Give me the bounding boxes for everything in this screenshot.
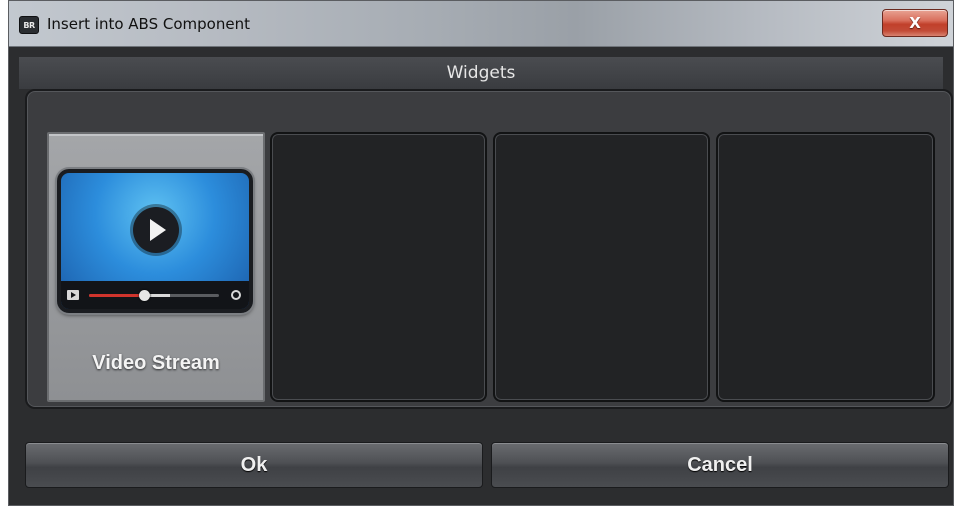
cancel-button-label: Cancel — [687, 453, 753, 476]
cancel-button[interactable]: Cancel — [491, 442, 949, 488]
widget-slot-empty-3[interactable] — [716, 132, 935, 402]
progress-bar — [89, 294, 144, 297]
widget-slot-empty-2[interactable] — [493, 132, 710, 402]
play-icon — [133, 207, 179, 253]
widget-slot-empty-1[interactable] — [270, 132, 487, 402]
player-controls — [61, 281, 249, 309]
ok-button[interactable]: Ok — [25, 442, 483, 488]
video-player-icon — [57, 169, 253, 313]
close-button[interactable]: X — [882, 9, 948, 37]
volume-icon — [231, 290, 241, 300]
window-title: Insert into ABS Component — [47, 15, 250, 33]
control-play-icon — [67, 290, 79, 300]
section-title: Widgets — [446, 63, 516, 83]
title-bar[interactable]: BR Insert into ABS Component X — [9, 1, 953, 47]
close-icon: X — [909, 14, 921, 32]
insert-dialog: BR Insert into ABS Component X Widgets V… — [8, 0, 954, 506]
seek-track — [89, 290, 219, 301]
app-icon: BR — [19, 16, 39, 34]
widget-slot-video-stream[interactable]: Video Stream — [47, 132, 265, 402]
widgets-header: Widgets — [19, 57, 943, 89]
widget-label: Video Stream — [92, 352, 220, 374]
ok-button-label: Ok — [240, 453, 268, 476]
seek-knob — [138, 290, 150, 301]
app-icon-text: BR — [23, 20, 35, 30]
widgets-panel: Video Stream — [25, 89, 953, 409]
